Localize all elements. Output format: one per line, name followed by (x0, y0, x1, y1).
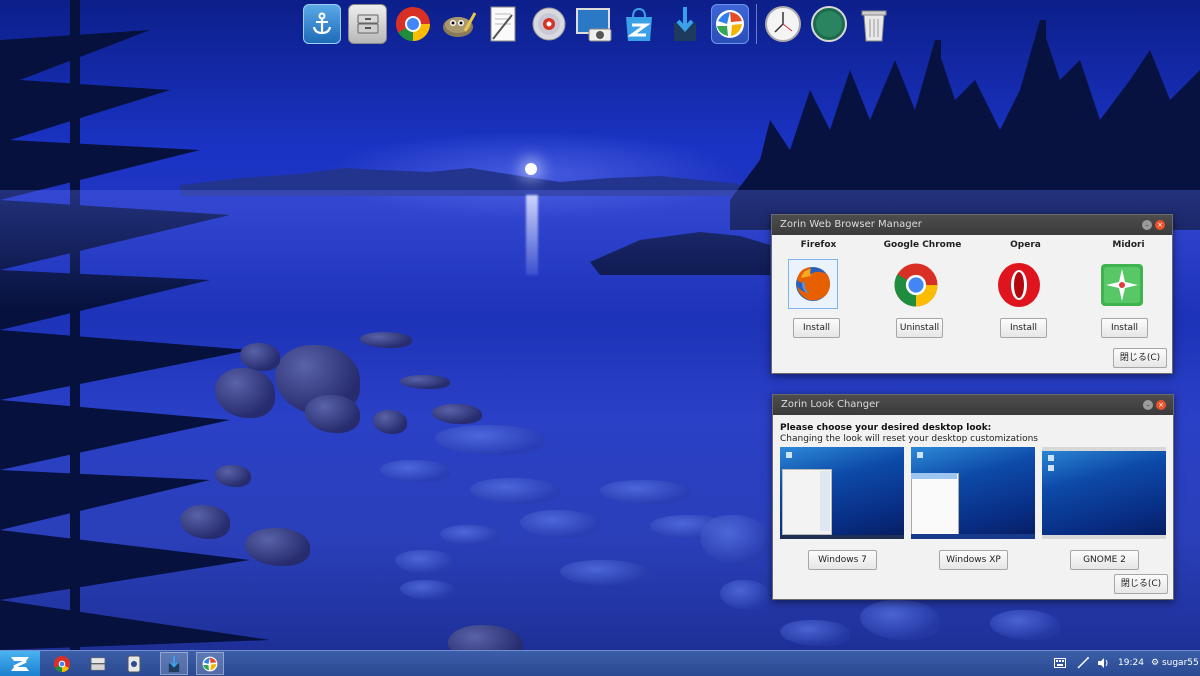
look-preview-windows-xp[interactable] (911, 447, 1035, 539)
web-browser-manager-icon[interactable] (710, 4, 750, 44)
browser-name-firefox: Firefox (800, 240, 837, 250)
look-gnome-2-button[interactable]: GNOME 2 (1070, 550, 1139, 570)
chrome-logo-icon (892, 261, 942, 311)
network-icon[interactable] (1077, 651, 1091, 676)
browser-manager-titlebar[interactable]: Zorin Web Browser Manager – × (772, 215, 1172, 235)
install-icon[interactable] (666, 4, 704, 44)
screenshot-icon[interactable] (575, 4, 613, 44)
browser-name-chrome: Google Chrome (883, 240, 962, 250)
look-changer-subheading: Changing the look will reset your deskto… (780, 434, 1038, 444)
look-preview-gnome-2[interactable] (1042, 447, 1166, 539)
top-dock (303, 0, 893, 48)
install-midori-button[interactable]: Install (1101, 318, 1148, 338)
browser-name-opera: Opera (1010, 240, 1041, 250)
close-button[interactable]: × (1156, 400, 1166, 410)
uninstall-chrome-button[interactable]: Uninstall (896, 318, 943, 338)
look-changer-title: Zorin Look Changer (781, 399, 880, 410)
taskbar-chrome-icon[interactable] (48, 652, 76, 675)
taskbar: 19:24 ⚙ sugar55 (0, 650, 1200, 676)
gear-icon: ⚙ (1151, 658, 1160, 668)
install-firefox-button[interactable]: Install (793, 318, 840, 338)
look-windows-xp-button[interactable]: Windows XP (939, 550, 1008, 570)
software-center-icon[interactable] (620, 4, 658, 44)
browser-manager-close-button[interactable]: 閉じる(C) (1113, 348, 1167, 368)
taskbar-settings-icon[interactable] (120, 652, 148, 675)
clock-time[interactable]: 19:24 (1118, 651, 1146, 676)
install-opera-button[interactable]: Install (1000, 318, 1047, 338)
file-manager-icon[interactable] (348, 4, 387, 44)
clock-icon[interactable] (764, 4, 802, 44)
chrome-icon[interactable] (394, 4, 432, 44)
browser-manager-window: Zorin Web Browser Manager – × Firefox In… (771, 214, 1173, 374)
taskbar-browser-manager-icon[interactable] (196, 652, 224, 675)
gimp-icon[interactable] (439, 4, 477, 44)
opera-logo-icon (995, 261, 1045, 311)
browser-manager-title: Zorin Web Browser Manager (780, 219, 922, 230)
taskbar-file-manager-icon[interactable] (84, 652, 112, 675)
text-editor-icon[interactable] (484, 4, 522, 44)
moon (525, 163, 537, 175)
look-preview-windows-7[interactable] (780, 447, 904, 539)
workspace-icon[interactable] (809, 4, 847, 44)
zorin-menu-icon[interactable] (0, 651, 40, 676)
minimize-button[interactable]: – (1142, 220, 1152, 230)
user-name: sugar55 (1161, 658, 1199, 668)
dock-separator (756, 4, 758, 44)
look-changer-window: Zorin Look Changer – × Please choose you… (772, 394, 1174, 600)
look-windows-7-button[interactable]: Windows 7 (808, 550, 877, 570)
keyboard-icon[interactable] (1054, 651, 1068, 676)
taskbar-install-icon[interactable] (160, 652, 188, 675)
midori-logo-icon (1098, 261, 1148, 311)
disc-burner-icon[interactable] (530, 4, 568, 44)
browser-name-midori: Midori (1112, 240, 1145, 250)
minimize-button[interactable]: – (1143, 400, 1153, 410)
firefox-logo-icon (788, 259, 838, 309)
close-button[interactable]: × (1155, 220, 1165, 230)
trash-icon[interactable] (855, 4, 893, 44)
look-changer-titlebar[interactable]: Zorin Look Changer – × (773, 395, 1173, 415)
anchor-icon[interactable] (303, 4, 342, 44)
look-changer-close-button[interactable]: 閉じる(C) (1114, 574, 1168, 594)
volume-icon[interactable] (1097, 651, 1111, 676)
user-menu[interactable]: ⚙ sugar55 (1151, 651, 1199, 676)
look-changer-heading: Please choose your desired desktop look: (780, 423, 992, 433)
